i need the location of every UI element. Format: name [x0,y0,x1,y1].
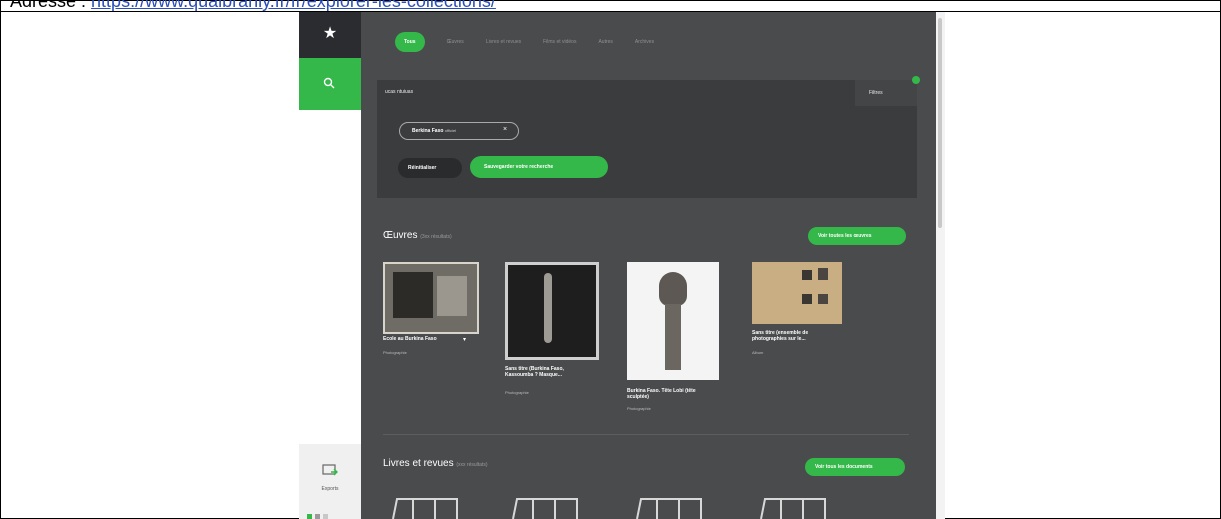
tab-tous[interactable]: Tous [395,32,425,52]
address-caption: Adresse : https://www.quaibranly.fr/fr/e… [0,0,1221,12]
oeuvre-type-4: Album [752,350,764,355]
oeuvres-count: (3xx résultats) [420,234,452,240]
oeuvres-section-title: Œuvres (3xx résultats) [383,230,452,241]
grid-view-icon[interactable] [307,514,312,519]
export-label: Exports [321,486,339,492]
caption-link[interactable]: https://www.quaibranly.fr/fr/explorer-le… [91,0,496,11]
result-tabs: Tous Œuvres Livres et revues Films et vidéo… [395,32,676,52]
list-view-icon[interactable] [315,514,320,519]
oeuvre-type-2: Photographie [505,390,529,395]
export-icon [322,464,338,476]
export-button[interactable]: Exports [313,456,347,492]
oeuvre-thumb-1 [383,262,479,334]
livres-section-title: Livres et revues (xxx résultats) [383,458,488,469]
sidebar-tools: Exports [299,444,361,519]
scrollbar-thumb[interactable] [938,18,942,228]
oeuvre-thumb-3 [627,262,719,380]
chip-label: Berkina Faso officiel [412,128,457,134]
filters-button[interactable]: Filtres [855,76,920,106]
scrollbar[interactable] [936,12,945,519]
view-toggle[interactable] [307,506,331,519]
search-bar: ucas ntuiuas Filtres [377,76,920,106]
document-thumb-1[interactable] [391,493,461,519]
sidebar: ★ Exports [299,12,361,519]
oeuvre-title-3: Burkina Faso. Tête Lobi (tête sculptée) [627,388,696,400]
reset-button[interactable]: Réinitialiser [398,158,462,178]
tab-archives[interactable]: Archives [635,39,654,45]
section-divider [383,434,909,435]
search-input[interactable]: ucas ntuiuas [385,89,413,95]
filter-badge [912,76,920,84]
filter-chip[interactable]: Berkina Faso officiel × [399,122,519,140]
see-all-documents-button[interactable]: Voir tous les documents [805,458,905,476]
filters-label: Filtres [869,90,883,96]
tab-livres[interactable]: Livres et revues [486,39,521,45]
oeuvre-title-4: Sans titre (ensemble de photographies su… [752,330,809,342]
oeuvre-thumb-4 [752,262,842,324]
oeuvre-type-1: Photographie [383,350,407,355]
oeuvre-type-3: Photographie [627,406,651,411]
livres-count: (xxx résultats) [456,462,488,468]
oeuvre-title-1: Ecole au Burkina Faso [383,336,437,342]
main-panel: Tous Œuvres Livres et revues Films et vidéo… [361,12,936,519]
oeuvre-thumb-2 [505,262,599,360]
filter-panel: Berkina Faso officiel × Réinitialiser Sa… [377,106,917,198]
document-thumb-2[interactable] [511,493,581,519]
map-view-icon[interactable] [323,514,328,519]
sidebar-search-button[interactable] [299,58,361,110]
favorites-star-icon[interactable]: ★ [299,12,361,58]
search-icon [323,77,335,89]
document-thumb-3[interactable] [635,493,705,519]
oeuvre-title-2: Sans titre (Burkina Faso, Kassoumba ? Ma… [505,366,564,378]
save-search-button[interactable]: Sauvegarder votre recherche [470,156,608,178]
app-window: ★ Exports Tous Œuvres Livres et revues Film… [299,12,945,519]
save-search-label: Sauvegarder votre recherche [484,164,554,170]
tab-films[interactable]: Films et vidéos [543,39,576,45]
tab-autres[interactable]: Autres [598,39,612,45]
see-all-oeuvres-button[interactable]: Voir toutes les œuvres [808,227,906,245]
tab-oeuvres[interactable]: Œuvres [447,39,464,45]
reset-label: Réinitialiser [408,165,437,171]
document-thumb-4[interactable] [759,493,829,519]
chip-close-icon[interactable]: × [503,126,507,133]
card-menu-icon[interactable]: ▾ [463,336,466,343]
caption-prefix: Adresse : [10,0,92,11]
